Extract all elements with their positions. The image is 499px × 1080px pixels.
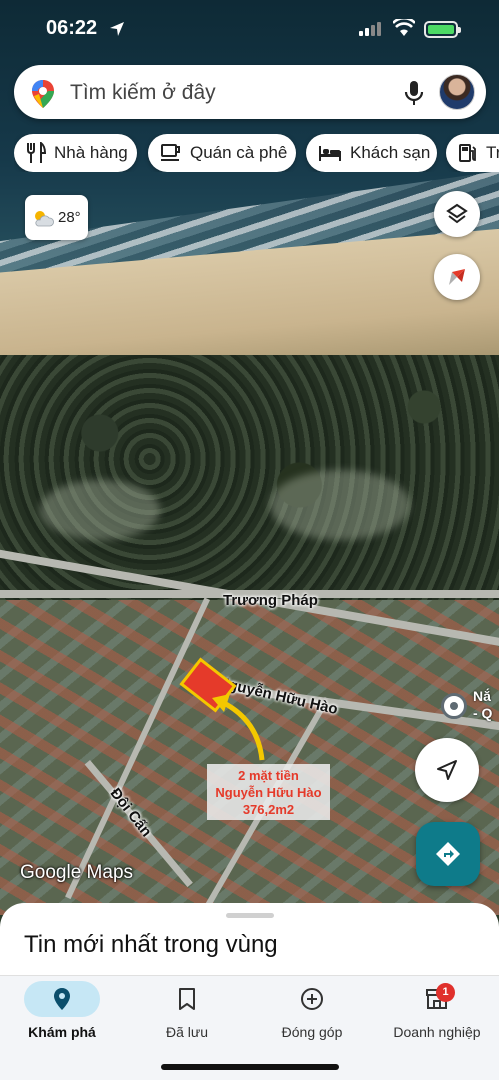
annotation-line-1: 2 mặt tiền: [238, 768, 299, 783]
nav-active-indicator: [24, 981, 100, 1017]
nav-label: Khám phá: [28, 1024, 96, 1040]
chip-label: Khách sạn: [350, 143, 431, 162]
nav-icon-wrap: [274, 981, 350, 1017]
location-arrow-icon: [110, 22, 124, 36]
nav-item-saved[interactable]: Đã lưu: [125, 976, 249, 1056]
search-bar[interactable]: Tìm kiếm ở đây: [14, 65, 486, 119]
my-location-button[interactable]: [415, 738, 479, 802]
weather-temperature: 28°: [58, 209, 81, 226]
chip-coffee[interactable]: Quán cà phê: [148, 134, 296, 172]
partly-cloudy-icon: [35, 210, 54, 226]
status-time: 06:22: [46, 17, 98, 39]
clearing: [270, 470, 410, 540]
search-placeholder[interactable]: Tìm kiếm ở đây: [70, 81, 216, 105]
sheet-title: Tin mới nhất trong vùng: [24, 931, 278, 958]
directions-icon: [436, 842, 460, 866]
coffee-icon: [161, 144, 180, 161]
chip-label: Tr: [486, 143, 499, 162]
wifi-icon: [393, 19, 415, 36]
bed-icon: [319, 146, 341, 161]
weather-widget[interactable]: 28°: [25, 195, 88, 240]
place-label-line-1: Nắ: [473, 688, 491, 704]
chip-label: Quán cà phê: [190, 143, 288, 162]
google-maps-pin-icon: [32, 80, 54, 108]
chip-restaurants[interactable]: Nhà hàng: [14, 134, 137, 172]
clearing: [40, 480, 160, 540]
layers-button[interactable]: [434, 191, 480, 237]
place-marker[interactable]: [441, 693, 467, 719]
google-maps-attribution: Google Maps: [20, 862, 134, 883]
notification-badge: 1: [436, 983, 455, 1002]
road-label-truong-phap: Trương Pháp: [223, 592, 318, 609]
property-annotation: 2 mặt tiền Nguyễn Hữu Hào 376,2m2: [207, 764, 330, 820]
status-bar: 06:22: [0, 0, 499, 58]
nav-item-explore[interactable]: Khám phá: [0, 976, 124, 1056]
avatar[interactable]: [439, 74, 475, 110]
fork-knife-icon: [27, 142, 46, 163]
compass-icon: [449, 269, 465, 285]
place-label[interactable]: Nắ - Q: [473, 688, 492, 722]
category-chips: Nhà hàng Quán cà phê Khách sạn Tr: [14, 134, 499, 172]
chip-label: Nhà hàng: [54, 143, 128, 162]
gas-pump-icon: [459, 144, 476, 162]
annotation-line-2: Nguyễn Hữu Hào: [215, 785, 322, 800]
annotation-arrow-icon: [212, 694, 265, 761]
directions-button[interactable]: [416, 822, 480, 886]
chip-gas-stations[interactable]: Tr: [446, 134, 499, 172]
explore-pin-icon: [54, 988, 70, 1010]
chip-hotels[interactable]: Khách sạn: [306, 134, 437, 172]
layers-icon: [446, 203, 468, 224]
bookmark-icon: [179, 988, 195, 1010]
annotation-line-3: 376,2m2: [242, 802, 295, 817]
place-label-line-2: - Q: [473, 705, 493, 721]
nav-label: Đã lưu: [165, 1024, 209, 1040]
nav-label: Doanh nghiệp: [393, 1024, 481, 1040]
sheet-drag-handle[interactable]: [226, 913, 274, 918]
compass-button[interactable]: [434, 254, 480, 300]
nav-icon-wrap: [149, 981, 225, 1017]
nav-label: Đóng góp: [281, 1024, 343, 1040]
cellular-signal-icon: [359, 22, 381, 36]
home-indicator[interactable]: [161, 1064, 339, 1070]
navigation-arrow-icon: [437, 760, 457, 780]
microphone-icon[interactable]: [404, 80, 424, 106]
nav-item-contribute[interactable]: Đóng góp: [250, 976, 374, 1056]
battery-icon: [424, 21, 461, 38]
add-circle-icon: [301, 988, 323, 1010]
